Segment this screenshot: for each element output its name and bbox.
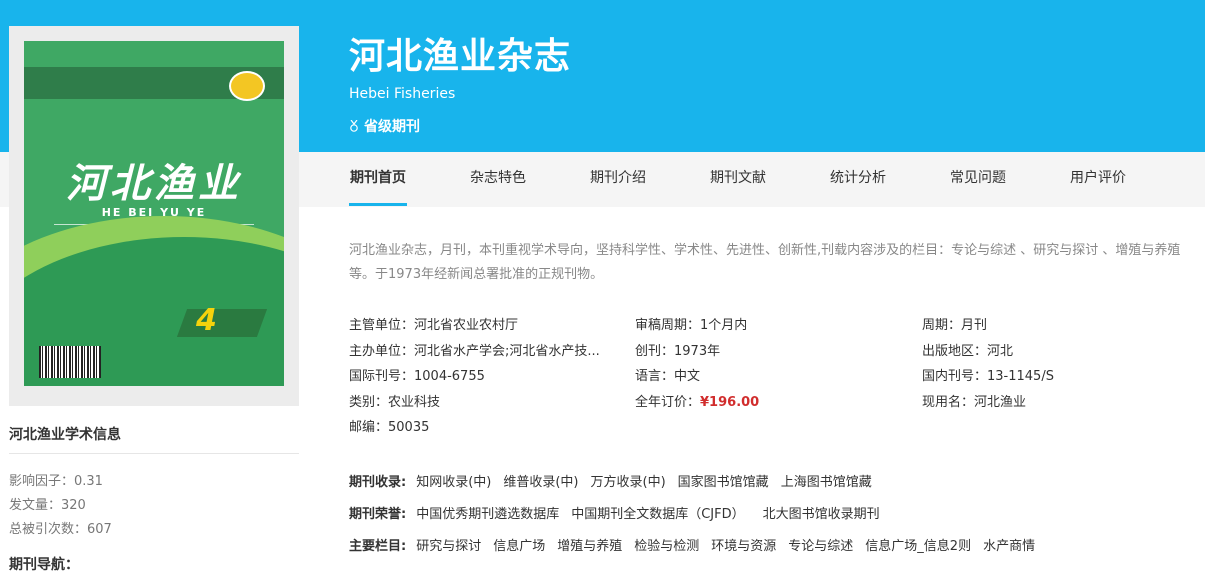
- indexing-item: 万方收录(中): [590, 475, 666, 490]
- honors-row: 期刊荣誉: 中国优秀期刊遴选数据库 中国期刊全文数据库（CJFD） 北大图书馆收…: [349, 503, 892, 522]
- tab-literature[interactable]: 期刊文献: [709, 152, 829, 204]
- column-item: 水产商情: [983, 539, 1036, 554]
- honors-item: 北大图书馆收录期刊: [762, 507, 880, 522]
- page-title: 河北渔业杂志: [349, 36, 572, 77]
- column-item: 增殖与养殖: [557, 539, 623, 554]
- tab-home[interactable]: 期刊首页: [349, 152, 469, 206]
- info-cn: 国内刊号：13-1145/S: [922, 369, 1054, 384]
- indexing-item: 知网收录(中): [416, 475, 492, 490]
- indexing-item: 国家图书馆馆藏: [677, 475, 769, 490]
- indexing-item: 上海图书馆馆藏: [780, 475, 872, 490]
- info-postcode: 邮编：50035: [349, 420, 430, 435]
- info-category: 类别：农业科技: [349, 395, 441, 410]
- tab-bar: 期刊首页 杂志特色 期刊介绍 期刊文献 统计分析 常见问题 用户评价: [349, 152, 1189, 207]
- cover-issue-number: 4: [196, 303, 217, 338]
- journal-cover-image[interactable]: 河北渔业 HE BEI YU YE 4: [24, 41, 284, 386]
- journal-description: 河北渔业杂志，月刊，本刊重视学术导向，坚持科学性、学术性、先进性、创新性,刊载内…: [349, 243, 1181, 282]
- info-review-cycle: 审稿周期：1个月内: [635, 318, 748, 333]
- cover-issue-band: [176, 309, 268, 337]
- info-issn: 国际刊号：1004-6755: [349, 369, 485, 384]
- cover-title: 河北渔业: [66, 160, 242, 207]
- left-panel-divider: [9, 453, 299, 454]
- tab-statistics[interactable]: 统计分析: [829, 152, 949, 204]
- journal-level-badge: 省级期刊: [349, 116, 420, 136]
- honors-item: 中国优秀期刊遴选数据库: [416, 507, 560, 522]
- medal-icon: [350, 120, 358, 132]
- honors-label: 期刊荣誉:: [349, 507, 407, 522]
- column-item: 环境与资源: [711, 539, 777, 554]
- tab-features[interactable]: 杂志特色: [469, 152, 589, 204]
- article-count: 发文量：320: [9, 498, 86, 513]
- info-supervisor: 主管单位：河北省农业农村厅: [349, 318, 519, 333]
- column-item: 检验与检测: [634, 539, 700, 554]
- tab-introduction[interactable]: 期刊介绍: [589, 152, 709, 204]
- english-name: Hebei Fisheries: [349, 86, 456, 102]
- columns-row: 主要栏目: 研究与探讨 信息广场 增殖与养殖 检验与检测 环境与资源 专论与综述…: [349, 535, 1047, 554]
- info-frequency: 周期：月刊: [922, 318, 988, 333]
- tab-reviews[interactable]: 用户评价: [1069, 152, 1189, 204]
- indexing-label: 期刊收录:: [349, 475, 407, 490]
- price-value: ¥196.00: [700, 395, 760, 410]
- info-sponsor: 主办单位：河北省水产学会;河北省水产技...: [349, 344, 600, 359]
- column-item: 信息广场_信息2则: [865, 539, 972, 554]
- impact-factor: 影响因子：0.31: [9, 474, 103, 489]
- journal-level-label: 省级期刊: [364, 119, 420, 135]
- cover-barcode: [39, 346, 101, 378]
- info-current-name: 现用名：河北渔业: [922, 395, 1027, 410]
- cover-logo-icon: [229, 71, 265, 101]
- indexing-item: 维普收录(中): [503, 475, 579, 490]
- left-panel-title: 河北渔业学术信息: [9, 427, 121, 443]
- price-label: 全年订价：: [635, 395, 701, 410]
- info-language: 语言：中文: [635, 369, 701, 384]
- cover-card: 河北渔业 HE BEI YU YE 4: [9, 26, 299, 406]
- info-region: 出版地区：河北: [922, 344, 1014, 359]
- honors-item: 中国期刊全文数据库（CJFD）: [571, 507, 745, 522]
- info-founded: 创刊：1973年: [635, 344, 721, 359]
- column-item: 研究与探讨: [416, 539, 482, 554]
- tab-faq[interactable]: 常见问题: [949, 152, 1069, 204]
- columns-label: 主要栏目:: [349, 539, 407, 554]
- citation-count: 总被引次数：607: [9, 522, 112, 537]
- indexing-row: 期刊收录: 知网收录(中) 维普收录(中) 万方收录(中) 国家图书馆馆藏 上海…: [349, 471, 884, 490]
- journal-nav-heading: 期刊导航：: [9, 557, 79, 573]
- info-price: 全年订价：¥196.00: [635, 391, 759, 410]
- column-item: 专论与综述: [788, 539, 854, 554]
- column-item: 信息广场: [493, 539, 546, 554]
